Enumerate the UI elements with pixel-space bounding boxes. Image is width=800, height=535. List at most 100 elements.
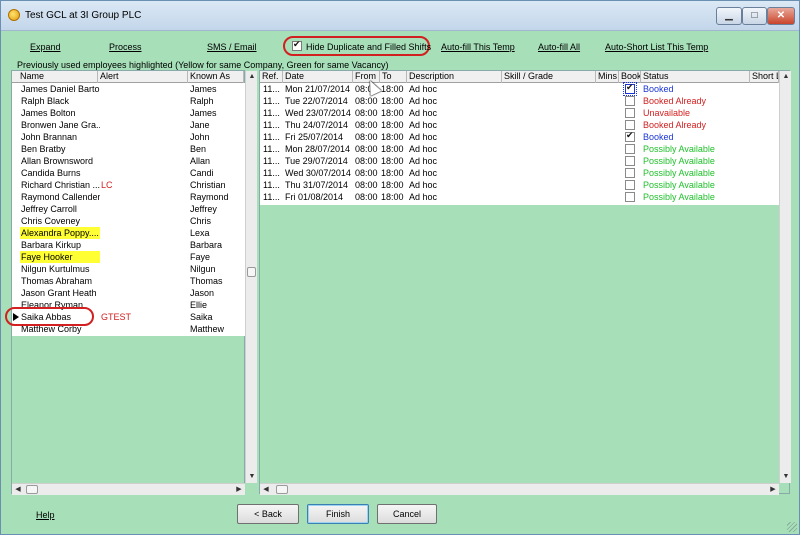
shift-row[interactable]: 11...Mon 21/07/201408:0018:00Ad hocBooke… — [260, 82, 779, 96]
highlight-hint: Previously used employees highlighted (Y… — [17, 60, 389, 70]
col-header-ref[interactable]: Ref. — [260, 71, 283, 83]
help-link[interactable]: Help — [36, 510, 55, 520]
book-checkbox[interactable] — [625, 120, 635, 130]
scroll-up-icon[interactable]: ▲ — [246, 71, 258, 83]
book-checkbox[interactable] — [623, 82, 637, 96]
col-header-alert[interactable]: Alert — [98, 71, 188, 83]
shift-row[interactable]: 11... Thu 24/07/2014 08:00 18:00 Ad hoc Booke… — [260, 119, 779, 131]
scroll-left-icon[interactable]: ◀ — [12, 484, 24, 496]
col-header-status[interactable]: Status — [641, 71, 750, 83]
book-checkbox[interactable] — [625, 192, 635, 202]
minimize-button[interactable]: ▁ — [716, 7, 742, 25]
employee-row[interactable]: Bronwen Jane Gra... Jane — [12, 119, 245, 131]
shift-row[interactable]: 11... Thu 31/07/2014 08:00 18:00 Ad hoc Possi… — [260, 179, 779, 191]
scroll-left-icon[interactable]: ◀ — [260, 484, 272, 496]
scroll-down-icon[interactable]: ▼ — [246, 471, 258, 483]
shift-row[interactable]: 11... Tue 29/07/2014 08:00 18:00 Ad hoc Possi… — [260, 155, 779, 167]
shifts-vertical-scrollbar[interactable]: ▲ ▼ — [779, 71, 791, 483]
employee-name: Candida Burns — [21, 168, 81, 178]
maximize-button[interactable]: □ — [742, 7, 767, 25]
employee-row[interactable]: Ben Bratby Ben — [12, 143, 245, 155]
scroll-thumb[interactable] — [247, 267, 256, 277]
employee-row[interactable]: Raymond Callender Raymond — [12, 191, 245, 203]
book-checkbox[interactable] — [625, 144, 635, 154]
title-bar: Test GCL at 3I Group PLC ▁ □ ✕ — [1, 1, 799, 31]
sms-email-link[interactable]: SMS / Email — [207, 42, 257, 52]
book-checkbox[interactable] — [625, 168, 635, 178]
book-checkbox[interactable] — [625, 130, 635, 142]
shift-ref: 11... — [263, 144, 280, 154]
col-header-date[interactable]: Date — [283, 71, 353, 83]
employee-alert — [101, 203, 181, 215]
shift-row[interactable]: 11... Wed 30/07/2014 08:00 18:00 Ad hoc Possi… — [260, 167, 779, 179]
employee-row[interactable]: Barbara Kirkup Barbara — [12, 239, 245, 251]
shift-ref: 11... — [263, 192, 280, 202]
col-header-known-as[interactable]: Known As — [188, 71, 244, 83]
employee-row[interactable]: James Daniel Barton James — [12, 83, 245, 95]
employee-grid-header: Name Alert Known As — [12, 71, 244, 83]
hide-duplicates-checkbox[interactable] — [292, 39, 302, 51]
employee-row[interactable]: Jason Grant Heath Jason — [12, 287, 245, 299]
hide-duplicates-label[interactable]: Hide Duplicate and Filled Shifts — [306, 42, 431, 52]
employee-row[interactable]: John Brannan John — [12, 131, 245, 143]
shift-status: Booked Already — [643, 120, 707, 130]
auto-short-list-link[interactable]: Auto-Short List This Temp — [605, 42, 708, 52]
expand-link[interactable]: Expand — [30, 42, 61, 52]
col-header-skill-grade[interactable]: Skill / Grade — [502, 71, 596, 83]
col-header-short-list[interactable]: Short L — [750, 71, 779, 83]
process-link[interactable]: Process — [109, 42, 142, 52]
employee-row[interactable]: Nilgun Kurtulmus Nilgun — [12, 263, 245, 275]
book-checkbox[interactable] — [625, 180, 635, 190]
scroll-thumb[interactable] — [276, 485, 288, 494]
shift-row[interactable]: 11... Tue 22/07/2014 08:00 18:00 Ad hoc Booke… — [260, 95, 779, 107]
employee-row[interactable]: Allan Brownsword Allan — [12, 155, 245, 167]
employee-known-as: Chris — [190, 216, 212, 226]
close-button[interactable]: ✕ — [767, 7, 795, 25]
book-checkbox[interactable] — [625, 156, 635, 166]
finish-button[interactable]: Finish — [307, 504, 369, 524]
employee-row[interactable]: Thomas Abraham Thomas — [12, 275, 245, 287]
shift-to: 18:00 — [381, 120, 404, 130]
employee-vertical-scrollbar[interactable]: ▲ ▼ — [245, 71, 257, 483]
shift-row[interactable]: 11... Mon 28/07/2014 08:00 18:00 Ad hoc Possi… — [260, 143, 779, 155]
employee-row[interactable]: Candida Burns Candi — [12, 167, 245, 179]
shift-description: Ad hoc — [409, 120, 438, 130]
scroll-down-icon[interactable]: ▼ — [780, 471, 792, 483]
auto-fill-temp-link[interactable]: Auto-fill This Temp — [441, 42, 515, 52]
shift-from: 08:00 — [355, 96, 378, 106]
employee-row[interactable]: Chris Coveney Chris — [12, 215, 245, 227]
scroll-right-icon[interactable]: ▶ — [767, 484, 779, 496]
employee-name: Thomas Abraham — [21, 276, 93, 286]
col-header-description[interactable]: Description — [407, 71, 502, 83]
employee-row[interactable]: Faye Hooker Faye — [12, 251, 245, 263]
employee-grid[interactable]: Name Alert Known As James Daniel Barton J… — [11, 70, 257, 495]
shift-from: 08:00 — [355, 168, 378, 178]
col-header-name[interactable]: Name — [18, 71, 98, 83]
auto-fill-all-link[interactable]: Auto-fill All — [538, 42, 580, 52]
book-checkbox[interactable] — [625, 96, 635, 106]
employee-row[interactable]: Jeffrey Carroll Jeffrey — [12, 203, 245, 215]
book-checkbox[interactable] — [625, 108, 635, 118]
col-header-mins[interactable]: Mins — [596, 71, 619, 83]
shift-row[interactable]: 11... Fri 01/08/2014 08:00 18:00 Ad hoc Possi… — [260, 191, 779, 203]
col-header-to[interactable]: To — [380, 71, 407, 83]
back-button[interactable]: < Back — [237, 504, 299, 524]
scroll-up-icon[interactable]: ▲ — [780, 71, 792, 83]
employee-name: Chris Coveney — [21, 216, 81, 226]
employee-row[interactable]: Richard Christian ... LC Christian — [12, 179, 245, 191]
shift-row[interactable]: 11... Fri 25/07/2014 08:0018:00 Ad hoc Booke… — [260, 130, 779, 143]
scroll-thumb[interactable] — [26, 485, 38, 494]
employee-row[interactable]: Alexandra Poppy.... Lexa — [12, 227, 245, 239]
employee-horizontal-scrollbar[interactable]: ◀ ▶ — [12, 483, 245, 495]
resize-grip-icon[interactable] — [787, 522, 797, 532]
employee-known-as: Nilgun — [190, 264, 216, 274]
employee-row[interactable]: Ralph Black Ralph — [12, 95, 245, 107]
shifts-horizontal-scrollbar[interactable]: ◀ ▶ — [260, 483, 779, 495]
cancel-button[interactable]: Cancel — [377, 504, 437, 524]
scroll-right-icon[interactable]: ▶ — [233, 484, 245, 496]
shift-row[interactable]: 11... Wed 23/07/2014 08:00 18:00 Ad hoc Unava… — [260, 107, 779, 119]
employee-row[interactable]: James Bolton James — [12, 107, 245, 119]
employee-known-as: James — [190, 108, 217, 118]
shift-date: Fri 01/08/2014 — [285, 192, 344, 202]
shifts-grid[interactable]: Ref. Date From To Description Skill / Gr… — [259, 70, 791, 495]
